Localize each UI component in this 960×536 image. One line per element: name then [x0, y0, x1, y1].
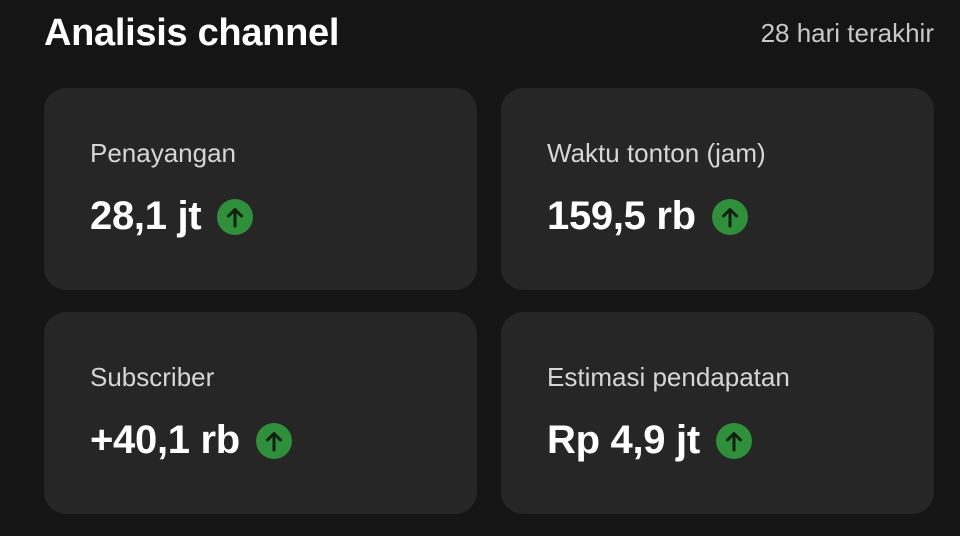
- metric-card-revenue[interactable]: Estimasi pendapatan Rp 4,9 jt: [501, 312, 934, 514]
- metric-label: Penayangan: [90, 138, 237, 168]
- metric-row: 28,1 jt: [90, 194, 254, 239]
- metric-value: Rp 4,9 jt: [547, 418, 700, 462]
- metric-card-views[interactable]: Penayangan 28,1 jt: [44, 88, 477, 290]
- channel-analytics-screen: Analisis channel 28 hari terakhir Penaya…: [0, 0, 960, 536]
- header: Analisis channel 28 hari terakhir: [44, 8, 934, 58]
- metric-row: +40,1 rb: [90, 418, 292, 463]
- arrow-up-icon: [711, 198, 748, 235]
- arrow-up-icon: [715, 422, 752, 459]
- page-title: Analisis channel: [44, 11, 340, 54]
- metric-label: Subscriber: [90, 362, 215, 392]
- metric-value: +40,1 rb: [90, 418, 240, 462]
- metric-row: 159,5 rb: [547, 194, 748, 239]
- metric-row: Rp 4,9 jt: [547, 418, 752, 463]
- metric-label: Waktu tonton (jam): [547, 138, 766, 168]
- metric-value: 159,5 rb: [547, 194, 696, 238]
- metric-card-watch-time[interactable]: Waktu tonton (jam) 159,5 rb: [501, 88, 934, 290]
- arrow-up-icon: [255, 422, 292, 459]
- arrow-up-icon: [217, 198, 254, 235]
- metric-label: Estimasi pendapatan: [547, 362, 790, 392]
- metric-value: 28,1 jt: [90, 194, 202, 238]
- metric-card-subscribers[interactable]: Subscriber +40,1 rb: [44, 312, 477, 514]
- period-label[interactable]: 28 hari terakhir: [761, 18, 934, 49]
